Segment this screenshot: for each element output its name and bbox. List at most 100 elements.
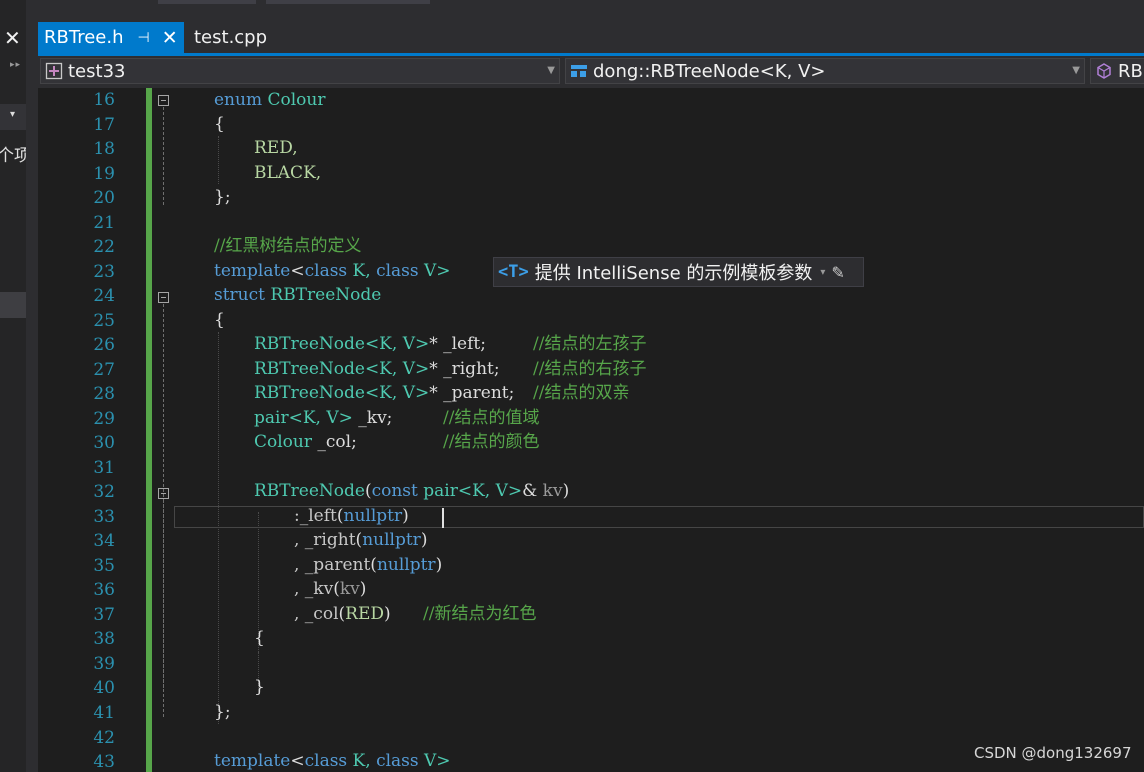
member-dropdown[interactable]: RB [1090,58,1144,84]
indent-guide [218,136,220,184]
change-tracking-bar [146,88,152,772]
tab-rbtree-h[interactable]: RBTree.h ⊣ ✕ [38,22,184,53]
code-line-28: RBTreeNode<K, V>* _parent; [254,383,515,403]
code-line-41: }; [214,702,231,722]
line-number: 41 [93,703,115,723]
code-comment-29: //结点的值域 [443,408,540,428]
project-icon [45,62,63,80]
chevron-down-icon[interactable]: ▼ [547,65,555,76]
tab-bar: RBTree.h ⊣ ✕ test.cpp [38,22,1144,53]
code-line-32: RBTreeNode(const pair<K, V>& kv) [254,481,570,501]
line-number: 39 [93,653,115,674]
code-comment-37: //新结点为红色 [423,604,537,624]
side-panel: ✕ ▸▸ ▾ 个项 [0,0,26,772]
tab-label: RBTree.h [44,27,124,48]
code-line-22: //红黑树结点的定义 [214,236,362,256]
code-line-30: Colour _col; [254,432,357,452]
line-number: 28 [93,384,115,405]
line-number: 18 [93,139,115,160]
code-comment-27: //结点的右孩子 [533,359,647,379]
member-cube-icon [1095,62,1113,80]
line-number: 31 [93,457,115,478]
code-comment-30: //结点的颜色 [443,432,540,452]
code-line-33: :_left(nullptr) [294,506,409,526]
line-number: 23 [93,261,115,282]
pencil-icon[interactable]: ✎ [831,263,844,282]
line-number: 35 [93,555,115,576]
code-line-38: { [254,628,265,648]
code-line-37: , _col(RED) [294,604,391,624]
tab-label: test.cpp [194,27,268,48]
line-number: 19 [93,163,115,184]
text-caret [442,508,444,528]
member-value: RB [1118,60,1143,82]
line-number-gutter: 16 17 18 19 20 21 22 23 24 25 26 27 28 29 30 31 32 33 34 35… [38,88,118,772]
code-line-34: , _right(nullptr) [294,530,428,550]
chevron-down-icon: ▾ [10,109,16,120]
pin-tab-icon[interactable]: ⊣ [138,30,150,46]
line-number: 25 [93,310,115,331]
code-comment-26: //结点的左孩子 [533,334,647,354]
top-strip [26,0,1144,22]
scope-value: dong::RBTreeNode<K, V> [593,60,826,82]
indent-guide [218,332,220,724]
outline-line [163,500,165,688]
line-number: 30 [93,433,115,454]
line-number: 17 [93,114,115,135]
line-number: 21 [93,212,115,233]
line-number: 36 [93,580,115,601]
watermark-text: CSDN @dong132697 [974,744,1132,762]
code-line-35: , _parent(nullptr) [294,555,443,575]
code-line-25: { [214,310,225,330]
line-number: 43 [93,752,115,772]
tab-test-cpp[interactable]: test.cpp [194,22,267,53]
collapse-toggle[interactable] [158,95,169,106]
line-number: 22 [93,237,115,258]
chevron-down-icon[interactable]: ▾ [820,267,825,278]
code-line-40: } [254,677,265,697]
template-param-icon: <T> [498,262,529,282]
code-line-36: , _kv(kv) [294,579,367,599]
code-line-16: enum Colour [214,90,326,110]
collapse-toggle[interactable] [158,292,169,303]
close-tab-icon[interactable]: ✕ [162,27,178,49]
code-line-17: { [214,114,225,134]
project-value: test33 [68,60,126,82]
code-line-19: BLACK, [254,163,322,183]
line-number: 38 [93,629,115,650]
intellisense-template-hint[interactable]: <T> 提供 IntelliSense 的示例模板参数 ▾ ✎ [493,257,864,287]
pin-icon[interactable]: ▸▸ [10,60,21,70]
line-number: 20 [93,188,115,209]
line-number: 24 [93,286,115,307]
code-editor[interactable]: 16 17 18 19 20 21 22 23 24 25 26 27 28 29 30 31 32 33 34 35… [38,88,1144,772]
close-icon[interactable]: ✕ [4,28,21,48]
line-number: 33 [93,506,115,527]
code-line-18: RED, [254,138,298,158]
scope-dropdown[interactable]: dong::RBTreeNode<K, V> ▼ [565,58,1085,84]
line-number: 29 [93,408,115,429]
line-number: 40 [93,678,115,699]
panel-partial-label: 个项 [0,146,26,166]
struct-icon [570,62,588,80]
code-line-26: RBTreeNode<K, V>* _left; [254,334,486,354]
panel-dropdown[interactable]: ▾ [0,104,26,130]
code-line-23: template<class K, class V> [214,261,451,281]
line-number: 42 [93,727,115,748]
line-number: 37 [93,604,115,625]
project-dropdown[interactable]: test33 ▼ [40,58,560,84]
outline-line [163,107,165,205]
hint-label: 提供 IntelliSense 的示例模板参数 [534,263,813,284]
code-line-43: template<class K, class V> [214,751,451,771]
code-comment-28: //结点的双亲 [533,383,630,403]
line-number: 34 [93,531,115,552]
chevron-down-icon[interactable]: ▼ [1072,65,1080,76]
code-line-24: struct RBTreeNode [214,285,382,305]
navigation-bar: test33 ▼ dong::RBTreeNode<K, V> ▼ RB [38,56,1144,86]
collapse-toggle[interactable] [158,488,169,499]
line-number: 32 [93,482,115,503]
code-line-27: RBTreeNode<K, V>* _right; [254,359,500,379]
code-line-20: }; [214,187,231,207]
panel-selected-row[interactable] [0,292,26,318]
code-line-29: pair<K, V> _kv; [254,408,393,428]
line-number: 26 [93,335,115,356]
